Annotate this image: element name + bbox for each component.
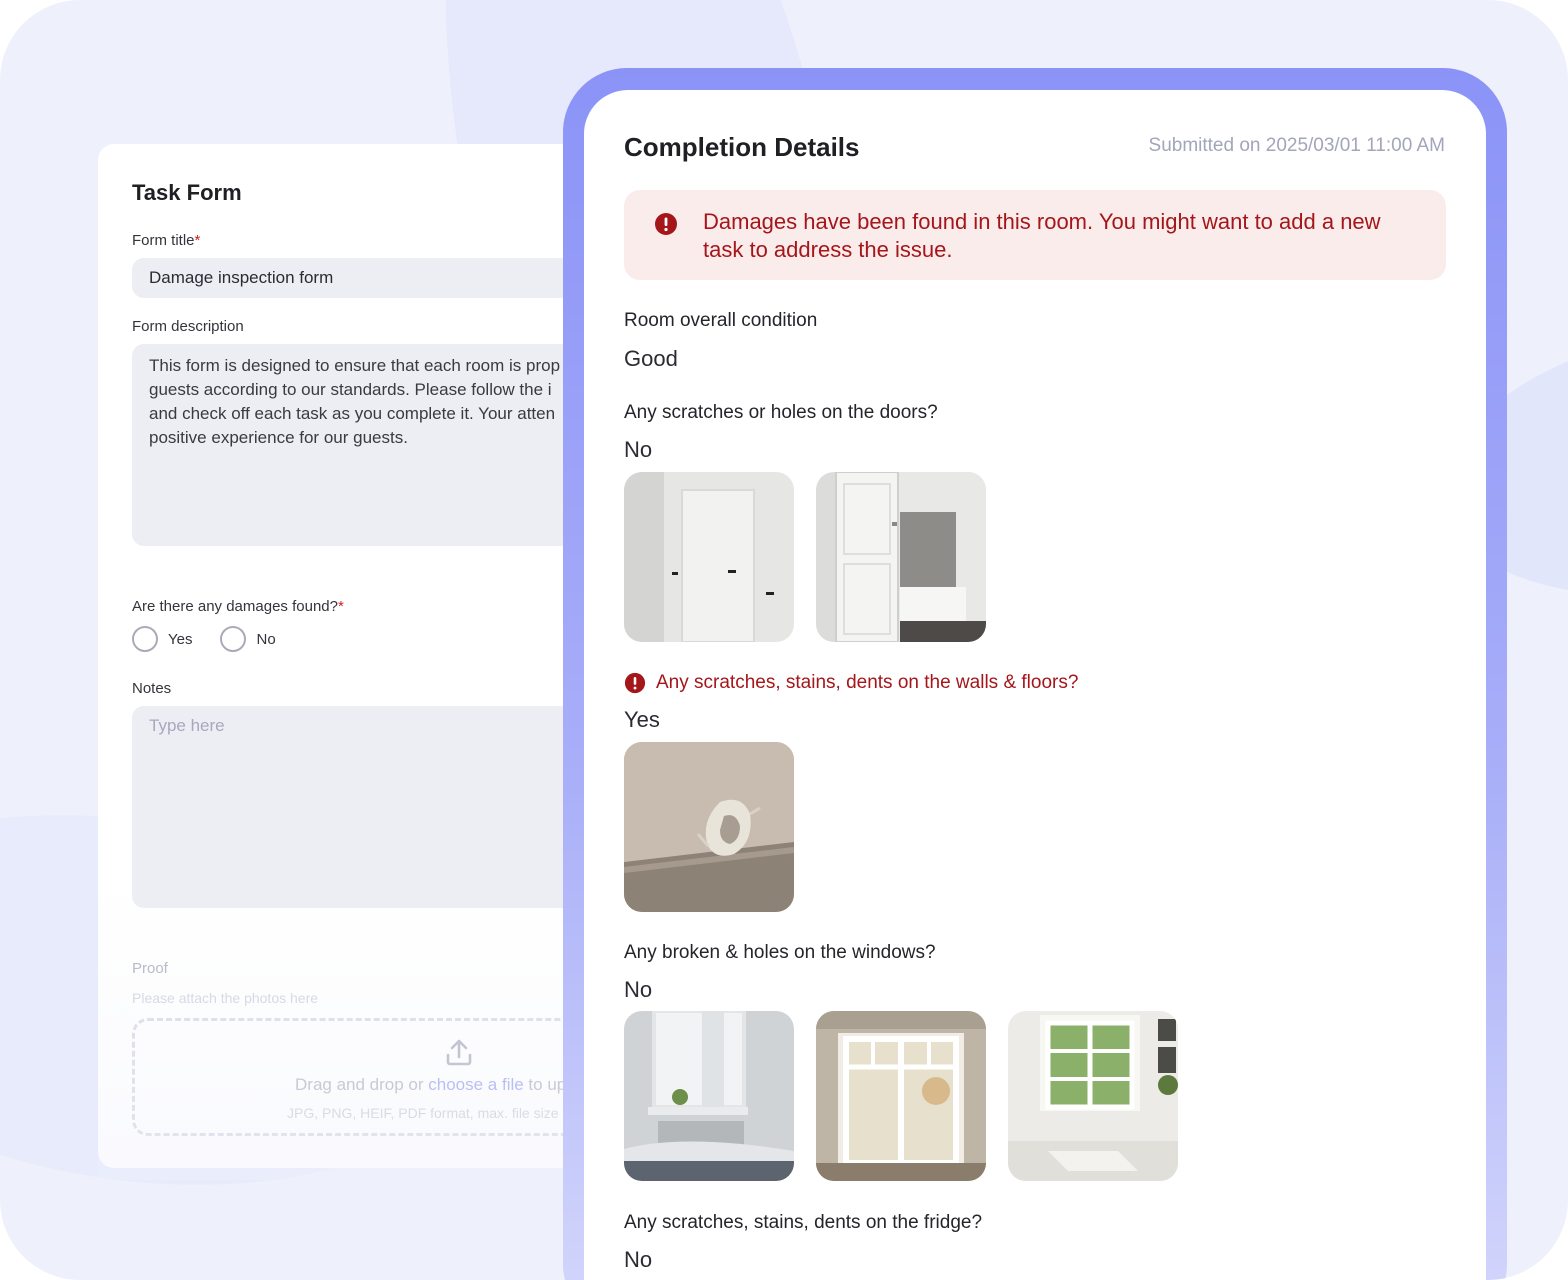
notes-label: Notes [132,680,172,697]
choose-file-link[interactable]: choose a file [428,1075,523,1094]
window-photo[interactable] [816,1011,986,1181]
damage-alert-banner: Damages have been found in this room. Yo… [624,190,1446,280]
question-fridge: Any scratches, stains, dents on the frid… [624,1212,983,1233]
damages-question-label: Are there any damages found?* [132,598,344,615]
dropzone-formats: JPG, PNG, HEIF, PDF format, max. file si… [287,1105,571,1121]
alert-message: Damages have been found in this room. Yo… [703,209,1381,262]
question-doors: Any scratches or holes on the doors? [624,402,938,423]
radio-yes-label: Yes [168,630,193,648]
answer-windows: No [624,977,653,1002]
proof-label: Proof [132,960,168,977]
dropzone-text: Drag and drop or choose a file to up [295,1075,567,1094]
submitted-timestamp: Submitted on 2025/03/01 11:00 AM [1148,135,1445,156]
notes-textarea[interactable]: Type here [132,706,622,908]
question-walls-floors: Any scratches, stains, dents on the wall… [624,672,1078,694]
window-photo[interactable] [624,1011,794,1181]
completion-title: Completion Details [624,132,860,162]
proof-section: Proof Please attach the photos here Drag… [98,944,632,1168]
answer-room-condition: Good [624,346,678,371]
upload-icon [445,1037,473,1072]
form-description-input[interactable]: This form is designed to ensure that eac… [132,344,622,546]
radio-no[interactable] [220,626,247,652]
answer-walls-floors: Yes [624,707,660,732]
window-photo[interactable] [1008,1011,1178,1181]
task-form-card: Task Form Form title* Damage inspection … [98,144,632,1168]
wall-damage-photo[interactable] [624,742,794,912]
form-description-label: Form description [132,318,244,335]
damages-radio-group: Yes No [132,626,304,652]
radio-yes[interactable] [132,626,158,652]
task-form-title: Task Form [132,180,242,205]
question-room-condition: Room overall condition [624,310,818,331]
form-title-label: Form title* [132,232,201,249]
alert-icon [624,672,646,694]
proof-hint: Please attach the photos here [132,990,319,1006]
door-photo[interactable] [816,472,986,642]
completion-details-panel: Completion Details Submitted on 2025/03/… [584,90,1486,1280]
stage: Task Form Form title* Damage inspection … [0,0,1568,1280]
alert-icon [654,212,678,241]
answer-fridge: No [624,1247,653,1272]
answer-doors: No [624,437,653,462]
form-title-input[interactable]: Damage inspection form [132,258,622,298]
door-photo[interactable] [624,472,794,642]
radio-no-label: No [256,630,276,648]
question-windows: Any broken & holes on the windows? [624,942,936,963]
file-dropzone[interactable]: Drag and drop or choose a file to up JPG… [132,1018,632,1136]
